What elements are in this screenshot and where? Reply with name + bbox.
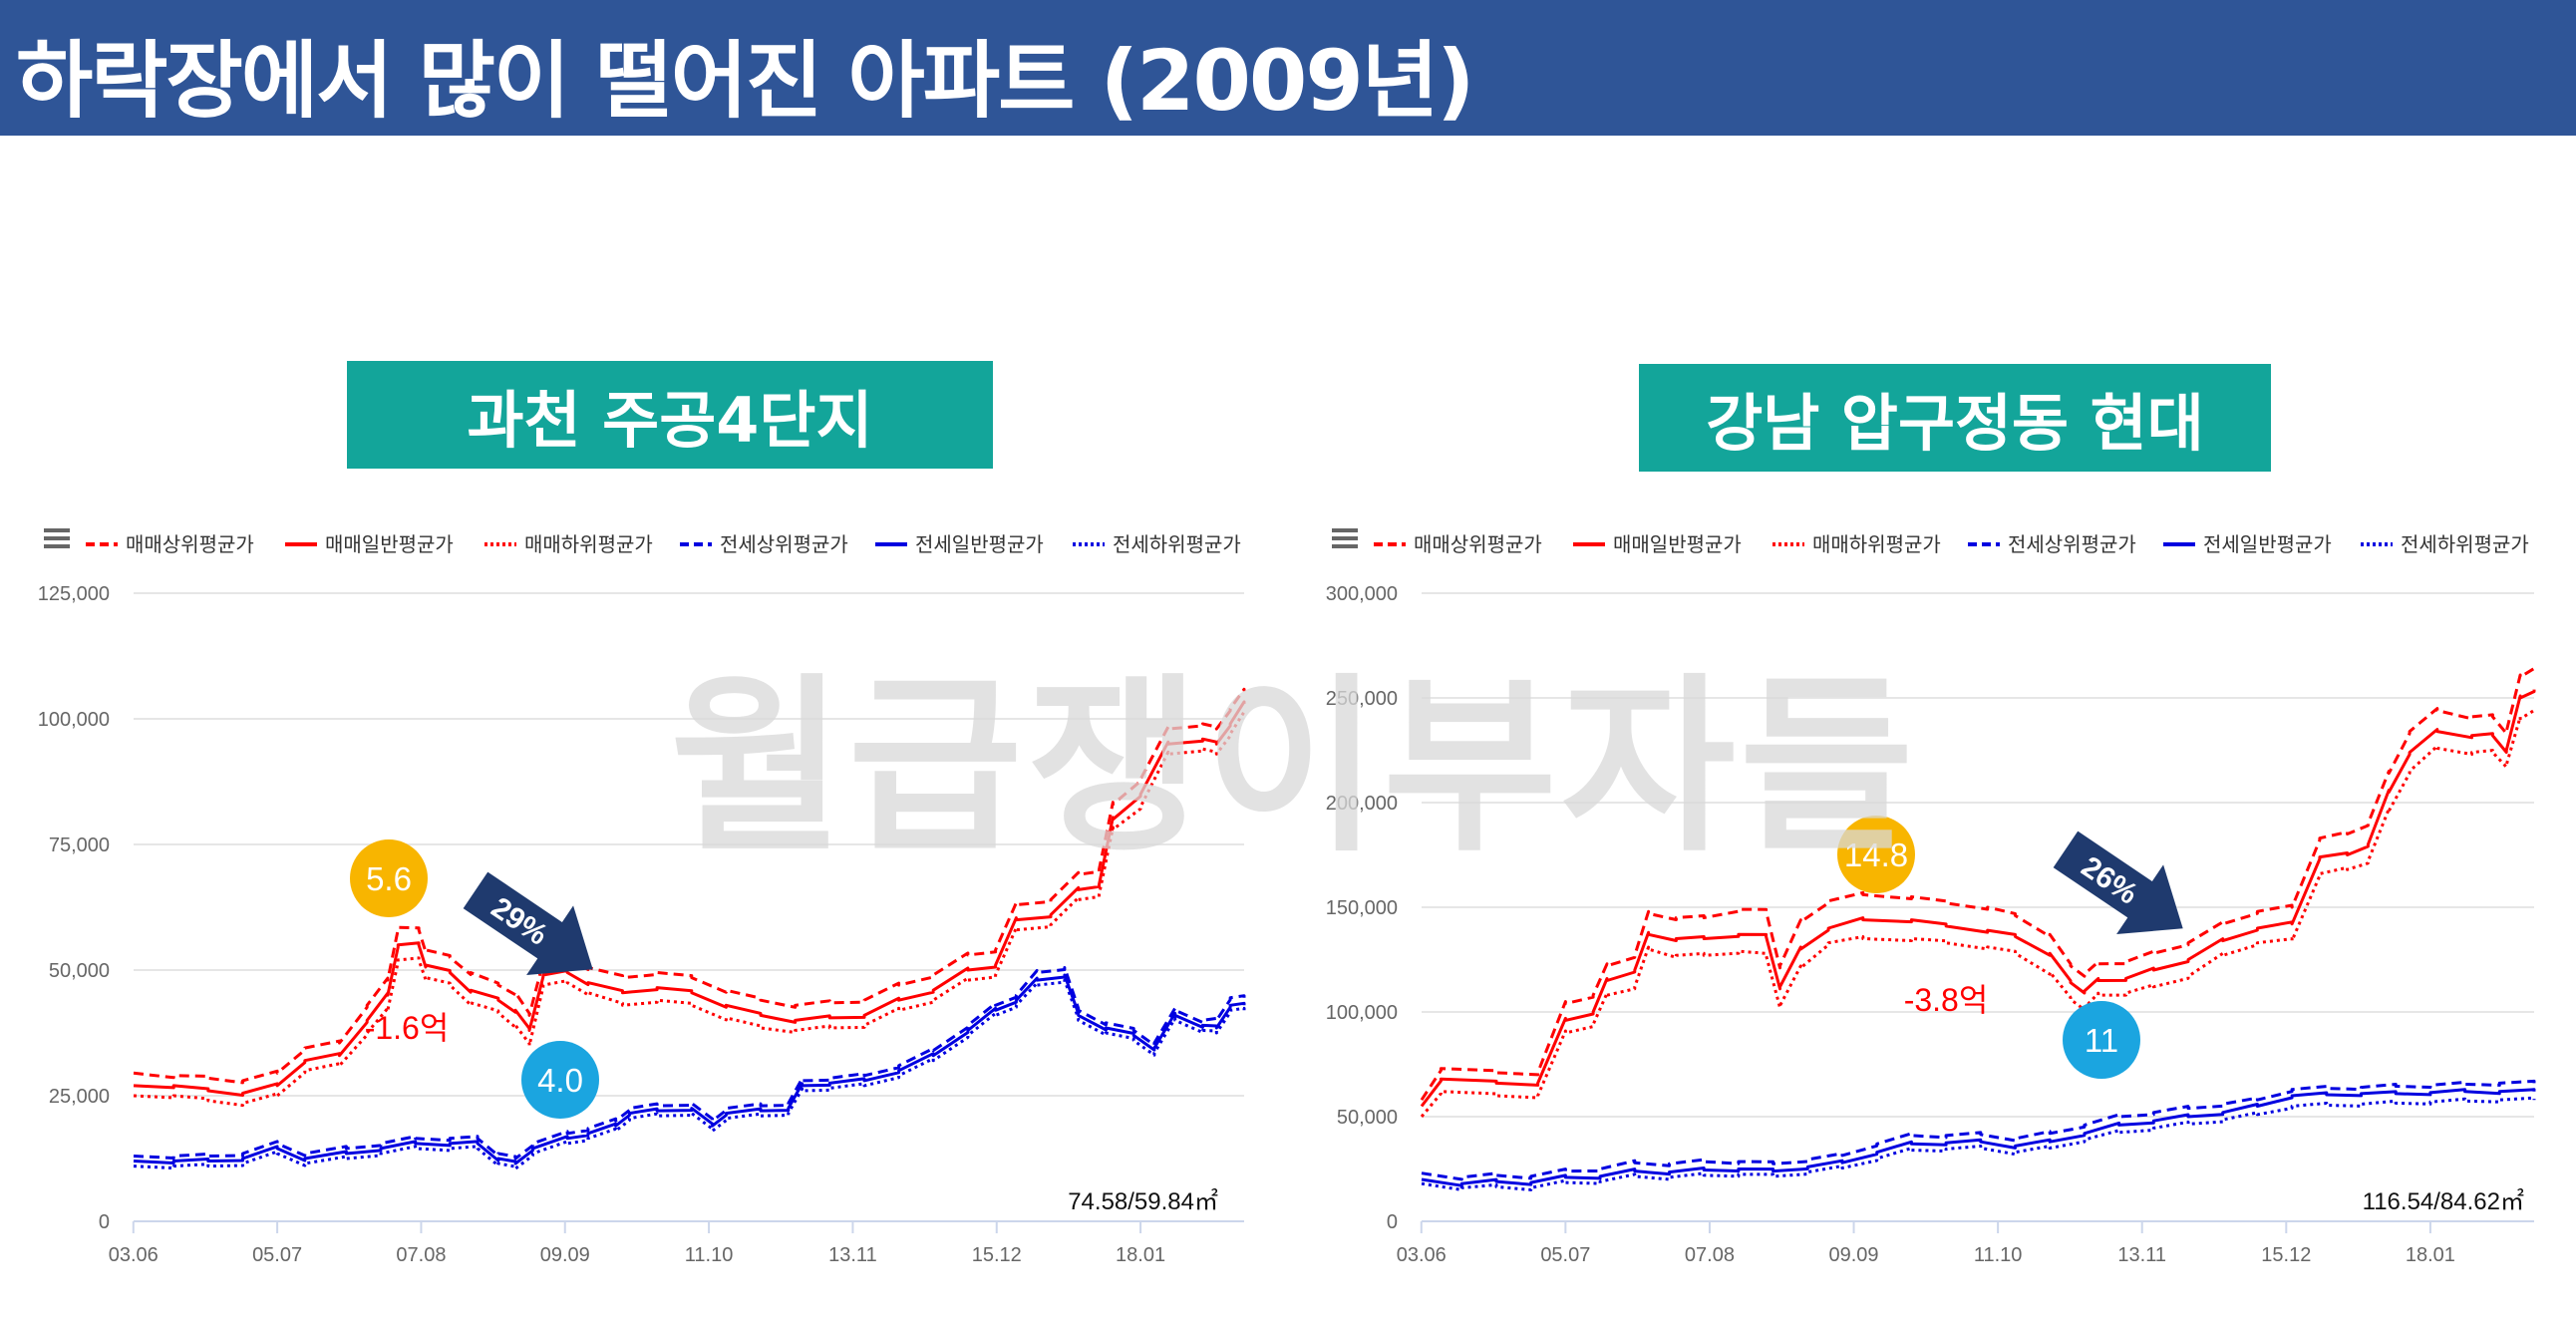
series-sale-general <box>133 700 1246 1097</box>
x-tick-label: 13.11 <box>2117 1244 2166 1266</box>
right-chart: 매매상위평균가 매매일반평균가 매매하위평균가 전세상위평균가 전세일반평균가 전세하위평… <box>1318 513 2574 1311</box>
x-tick-label: 09.09 <box>1829 1244 1879 1266</box>
x-tick-label: 07.08 <box>1685 1244 1735 1266</box>
y-tick-label: 300,000 <box>1326 583 1398 605</box>
menu-icon <box>44 528 70 548</box>
x-tick-label: 03.06 <box>109 1244 159 1266</box>
y-tick-label: 50,000 <box>1337 1107 1398 1129</box>
y-tick-label: 250,000 <box>1326 688 1398 710</box>
drop-amount-label: -3.8억 <box>1904 982 1989 1018</box>
chart-svg: 매매상위평균가 매매일반평균가 매매하위평균가 전세상위평균가 전세일반평균가 전세하위평… <box>1326 528 2536 1266</box>
area-label: 116.54/84.62㎡ <box>2363 1188 2524 1215</box>
x-tick-label: 07.08 <box>396 1244 446 1266</box>
legend-label-0: 매매상위평균가 <box>126 533 254 556</box>
legend-label-0: 매매상위평균가 <box>1414 533 1542 556</box>
y-tick-label: 100,000 <box>38 709 110 731</box>
y-tick-label: 50,000 <box>49 960 110 982</box>
peak-marker-label: 14.8 <box>1844 836 1908 873</box>
x-tick-label: 18.01 <box>2406 1244 2455 1266</box>
y-tick-label: 125,000 <box>38 583 110 605</box>
legend-label-4: 전세일반평균가 <box>915 533 1044 556</box>
drop-arrow-icon: 29% <box>463 871 593 976</box>
series-jeonse-upper <box>133 966 1246 1161</box>
peak-marker-label: 5.6 <box>366 860 412 897</box>
x-tick-label: 11.10 <box>685 1244 734 1266</box>
series-sale-upper <box>133 687 1246 1085</box>
header-banner: 하락장에서 많이 떨어진 아파트 (2009년) <box>0 0 2576 136</box>
series-sale-general <box>1420 689 2536 1108</box>
trough-marker-label: 11 <box>2085 1022 2118 1059</box>
legend-label-2: 매매하위평균가 <box>524 533 653 556</box>
chart-svg: 매매상위평균가 매매일반평균가 매매하위평균가 전세상위평균가 전세일반평균가 전세하위평… <box>38 528 1246 1266</box>
series-jeonse-upper <box>1421 1079 2536 1181</box>
x-tick-label: 03.06 <box>1397 1244 1447 1266</box>
legend-label-3: 전세상위평균가 <box>720 533 848 556</box>
y-tick-label: 25,000 <box>49 1086 110 1108</box>
y-tick-label: 100,000 <box>1326 1002 1398 1024</box>
legend-label-4: 전세일반평균가 <box>2203 533 2332 556</box>
y-tick-label: 75,000 <box>49 834 110 856</box>
series-jeonse-lower <box>1421 1096 2536 1191</box>
series-sale-lower <box>133 710 1246 1108</box>
y-tick-label: 200,000 <box>1326 793 1398 815</box>
x-tick-label: 05.07 <box>252 1244 302 1266</box>
y-tick-label: 150,000 <box>1326 897 1398 919</box>
drop-amount-label: -1.6억 <box>365 1010 450 1046</box>
legend-label-5: 전세하위평균가 <box>2401 533 2529 556</box>
legend-label-1: 매매일반평균가 <box>325 533 454 556</box>
legend-label-2: 매매하위평균가 <box>1812 533 1941 556</box>
x-tick-label: 15.12 <box>2261 1244 2311 1266</box>
area-label: 74.58/59.84㎡ <box>1068 1188 1218 1215</box>
legend-label-3: 전세상위평균가 <box>2008 533 2136 556</box>
x-tick-label: 09.09 <box>540 1244 590 1266</box>
x-tick-label: 15.12 <box>972 1244 1022 1266</box>
x-tick-label: 05.07 <box>1540 1244 1590 1266</box>
menu-icon <box>1332 528 1358 548</box>
x-tick-label: 13.11 <box>828 1244 877 1266</box>
y-tick-label: 0 <box>99 1211 110 1233</box>
left-chart-title: 과천 주공4단지 <box>347 361 993 469</box>
legend-label-1: 매매일반평균가 <box>1613 533 1742 556</box>
y-tick-label: 0 <box>1387 1211 1398 1233</box>
x-tick-label: 18.01 <box>1116 1244 1165 1266</box>
page-title: 하락장에서 많이 떨어진 아파트 (2009년) <box>16 32 1474 130</box>
series-sale-lower <box>1420 708 2536 1118</box>
x-tick-label: 11.10 <box>1974 1244 2023 1266</box>
legend-label-5: 전세하위평균가 <box>1113 533 1241 556</box>
trough-marker-label: 4.0 <box>537 1062 583 1099</box>
series-sale-upper <box>1420 666 2536 1102</box>
right-chart-title: 강남 압구정동 현대 <box>1639 364 2271 472</box>
left-chart: 매매상위평균가 매매일반평균가 매매하위평균가 전세상위평균가 전세일반평균가 전세하위평… <box>30 513 1286 1311</box>
drop-arrow-icon: 26% <box>2053 831 2183 935</box>
